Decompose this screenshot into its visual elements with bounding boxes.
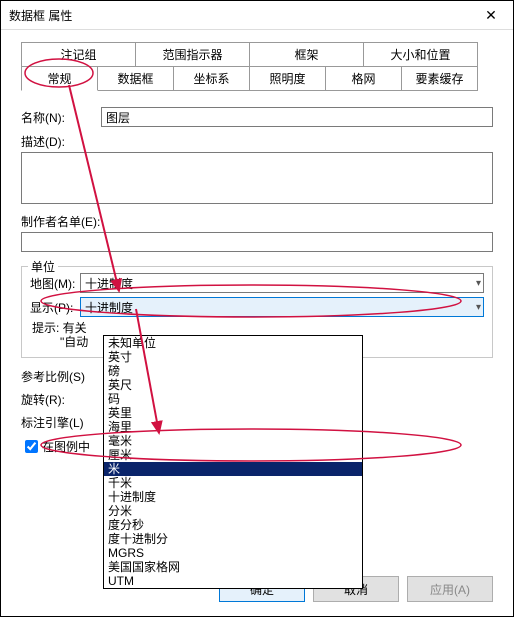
dropdown-option[interactable]: 分米 — [104, 504, 362, 518]
dropdown-option[interactable]: 英寸 — [104, 350, 362, 364]
row-name: 名称(N): — [21, 107, 493, 127]
tab-row-top: 注记组 范围指示器 框架 大小和位置 — [21, 42, 493, 67]
chevron-down-icon: ▾ — [476, 278, 481, 289]
tab-frame[interactable]: 框架 — [249, 42, 364, 67]
display-units-dropdown[interactable]: 未知单位英寸磅英尺码英里海里毫米厘米米千米十进制度分米度分秒度十进制分MGRS美… — [103, 335, 363, 589]
close-icon[interactable]: ✕ — [477, 7, 505, 24]
dropdown-option[interactable]: 英里 — [104, 406, 362, 420]
label-display-units: 显示(P): — [30, 299, 80, 316]
units-legend: 单位 — [28, 258, 58, 275]
dropdown-option[interactable]: 英尺 — [104, 378, 362, 392]
row-credits: 制作者名单(E): — [21, 213, 493, 252]
dropdown-option[interactable]: 码 — [104, 392, 362, 406]
tab-annotation-group[interactable]: 注记组 — [21, 42, 136, 67]
combo-map-units-value: 十进制度 — [85, 275, 133, 292]
combo-display-units[interactable]: 十进制度 ▾ — [80, 297, 484, 317]
dropdown-option[interactable]: 磅 — [104, 364, 362, 378]
label-label-engine: 标注引擎(L) — [21, 414, 101, 431]
label-description: 描述(D): — [21, 133, 101, 150]
tabs: 注记组 范围指示器 框架 大小和位置 常规 数据框 坐标系 照明度 格网 要素缓… — [21, 42, 493, 91]
dropdown-option[interactable]: 美国国家格网 — [104, 560, 362, 574]
textarea-description[interactable] — [21, 152, 493, 204]
combo-display-units-value: 十进制度 — [85, 299, 133, 316]
dropdown-option[interactable]: 十进制度 — [104, 490, 362, 504]
row-description: 描述(D): — [21, 133, 493, 207]
dropdown-option[interactable]: 米 — [104, 462, 362, 476]
dialog-window: 数据框 属性 ✕ 注记组 范围指示器 框架 大小和位置 常规 数据框 坐标系 照… — [0, 0, 514, 617]
tab-coord-system[interactable]: 坐标系 — [173, 66, 250, 91]
input-credits[interactable] — [21, 232, 493, 252]
tab-grid[interactable]: 格网 — [325, 66, 402, 91]
tab-data-frame[interactable]: 数据框 — [97, 66, 174, 91]
dropdown-option[interactable]: UTM — [104, 574, 362, 588]
tab-size-position[interactable]: 大小和位置 — [363, 42, 478, 67]
dropdown-option[interactable]: 海里 — [104, 420, 362, 434]
tab-extent-indicator[interactable]: 范围指示器 — [135, 42, 250, 67]
row-map-units: 地图(M): 十进制度 ▾ — [30, 273, 484, 293]
label-map-units: 地图(M): — [30, 275, 80, 292]
label-name: 名称(N): — [21, 109, 101, 126]
label-credits: 制作者名单(E): — [21, 213, 493, 230]
label-reference-scale: 参考比例(S) — [21, 368, 101, 385]
dropdown-option[interactable]: MGRS — [104, 546, 362, 560]
row-display-units: 显示(P): 十进制度 ▾ — [30, 297, 484, 317]
dropdown-option[interactable]: 厘米 — [104, 448, 362, 462]
combo-map-units[interactable]: 十进制度 ▾ — [80, 273, 484, 293]
dialog-content: 注记组 范围指示器 框架 大小和位置 常规 数据框 坐标系 照明度 格网 要素缓… — [1, 30, 513, 566]
dropdown-option[interactable]: 度分秒 — [104, 518, 362, 532]
apply-button[interactable]: 应用(A) — [407, 576, 493, 602]
dropdown-option[interactable]: 未知单位 — [104, 336, 362, 350]
tab-row-bottom: 常规 数据框 坐标系 照明度 格网 要素缓存 — [21, 66, 493, 91]
dropdown-option[interactable]: 度十进制分 — [104, 532, 362, 546]
checkbox-legend[interactable] — [25, 440, 38, 453]
window-title: 数据框 属性 — [9, 7, 72, 24]
dropdown-option[interactable]: 千米 — [104, 476, 362, 490]
label-rotation: 旋转(R): — [21, 391, 101, 408]
label-legend-checkbox: 在图例中 — [42, 438, 90, 455]
tab-feature-cache[interactable]: 要素缓存 — [401, 66, 478, 91]
tab-illumination[interactable]: 照明度 — [249, 66, 326, 91]
chevron-down-icon: ▾ — [476, 302, 481, 313]
dropdown-option[interactable]: 毫米 — [104, 434, 362, 448]
input-name[interactable] — [101, 107, 493, 127]
general-tab-panel: 名称(N): 描述(D): 制作者名单(E): 单位 地图(M): 十进制度 ▾ — [21, 97, 493, 456]
tab-general[interactable]: 常规 — [21, 66, 98, 91]
titlebar: 数据框 属性 ✕ — [1, 1, 513, 30]
